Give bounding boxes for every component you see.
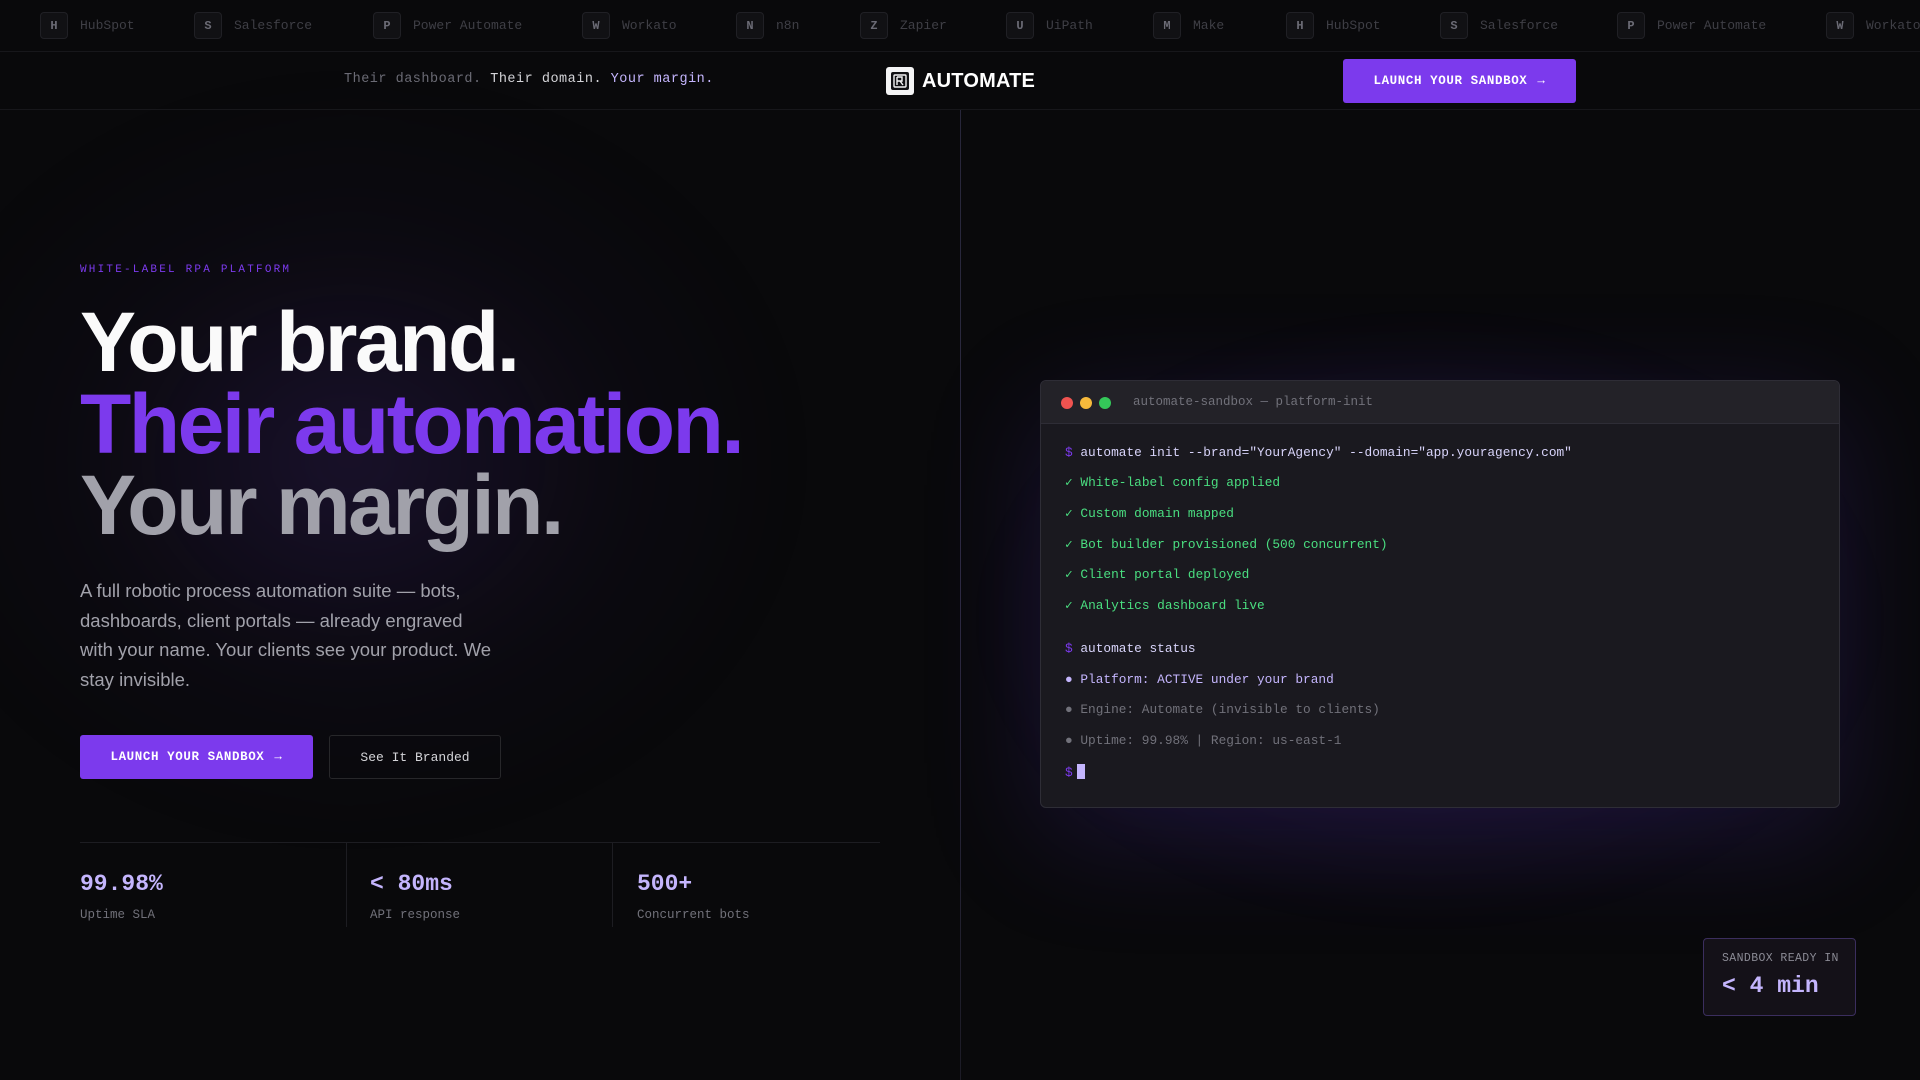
hero-description: A full robotic process automation suite … <box>80 580 491 690</box>
ticker-letter-icon: P <box>1617 12 1645 39</box>
logo-icon <box>886 67 914 95</box>
stat-value: 500+ <box>637 871 693 897</box>
vertical-divider <box>960 110 961 1080</box>
maximize-dot-icon <box>1099 397 1111 409</box>
ticker-item: H HubSpot <box>1286 12 1381 39</box>
ticker-item: P Power Automate <box>1617 12 1766 39</box>
terminal-success-line: ✓ White-label config applied <box>1065 475 1281 490</box>
stat-divider <box>612 843 613 927</box>
stats-row: 99.98% Uptime SLA < 80ms API response 50… <box>80 842 880 927</box>
terminal-window: automate-sandbox — platform-init $ autom… <box>1040 380 1840 808</box>
ticker-letter-icon: N <box>736 12 764 39</box>
prompt-symbol: $ <box>1065 445 1073 460</box>
ticker-item: Z Zapier <box>860 12 947 39</box>
ticker-letter-icon: P <box>373 12 401 39</box>
command-text: automate init --brand="YourAgency" --dom… <box>1080 445 1572 460</box>
stat-label: API response <box>370 908 461 922</box>
ticker-name: HubSpot <box>1326 18 1381 33</box>
logo[interactable]: AUTOMATE <box>886 67 1035 95</box>
terminal-status-line: ● Platform: ACTIVE under your brand <box>1065 672 1334 687</box>
cursor-icon <box>1076 764 1085 779</box>
tagline-part-2: Their domain. <box>490 72 603 87</box>
stat-divider <box>346 843 347 927</box>
hero-eyebrow: WHITE-LABEL RPA PLATFORM <box>80 264 292 276</box>
ticker-item: W Workato <box>582 12 677 39</box>
stat-label: Concurrent bots <box>637 908 750 922</box>
terminal-command-line: $ automate status <box>1065 641 1196 656</box>
ticker-letter-icon: Z <box>860 12 888 39</box>
ticker-name: UiPath <box>1046 18 1093 33</box>
ticker-item: Nn8n <box>736 12 799 39</box>
terminal-success-line: ✓ Bot builder provisioned (500 concurren… <box>1065 537 1388 552</box>
terminal-status-line: ● Engine: Automate (invisible to clients… <box>1065 702 1380 717</box>
ticker-name: Make <box>1193 18 1225 33</box>
integrations-ticker: H HubSpot S Salesforce P Power Automate W Wo… <box>0 0 1920 52</box>
header-tagline: Their dashboard. Their domain. Your marg… <box>344 72 714 87</box>
terminal-title-bar: automate-sandbox — platform-init <box>1041 381 1839 424</box>
hero-cta-label: LAUNCH YOUR SANDBOX <box>110 750 265 764</box>
tagline-part-3: Your margin. <box>610 72 714 87</box>
hero-launch-sandbox-button[interactable]: LAUNCH YOUR SANDBOX → <box>80 735 313 779</box>
ticker-letter-icon: U <box>1006 12 1034 39</box>
sandbox-ready-badge: SANDBOX READY IN < 4 min <box>1703 938 1856 1016</box>
site-header: Their dashboard. Their domain. Your marg… <box>0 52 1920 110</box>
ticker-letter-icon: S <box>194 12 222 39</box>
ticker-name: Salesforce <box>1480 18 1559 33</box>
prompt-symbol: $ <box>1065 765 1073 780</box>
ticker-letter-icon: S <box>1440 12 1468 39</box>
terminal-status-line: ● Uptime: 99.98% | Region: us-east-1 <box>1065 733 1342 748</box>
ticker-name: Power Automate <box>1657 18 1767 33</box>
ticker-name: Workato <box>1866 18 1920 33</box>
ticker-item: S Salesforce <box>1440 12 1558 39</box>
sandbox-ready-label: SANDBOX READY IN <box>1722 952 1839 965</box>
terminal-command-line: $ automate init --brand="YourAgency" --d… <box>1065 445 1572 460</box>
headline-line-3: Your margin. <box>80 458 564 552</box>
ticker-name: Zapier <box>900 18 947 33</box>
headline-line-2: Their automation. <box>80 377 745 471</box>
header-launch-sandbox-button[interactable]: LAUNCH YOUR SANDBOX → <box>1343 59 1576 103</box>
header-cta-label: LAUNCH YOUR SANDBOX <box>1373 74 1528 88</box>
see-it-branded-button[interactable]: See It Branded <box>329 735 501 779</box>
terminal-input-line[interactable]: $ <box>1065 764 1085 780</box>
sandbox-ready-value: < 4 min <box>1722 973 1819 999</box>
terminal-success-line: ✓ Custom domain mapped <box>1065 506 1234 521</box>
ticker-item: H HubSpot <box>40 12 135 39</box>
ticker-item: U UiPath <box>1006 12 1093 39</box>
stat-value: 99.98% <box>80 871 163 897</box>
terminal-success-line: ✓ Analytics dashboard live <box>1065 598 1265 613</box>
logo-text: AUTOMATE <box>922 69 1036 92</box>
ticker-item: S Salesforce <box>194 12 312 39</box>
ticker-item: W Workato <box>1826 12 1920 39</box>
ticker-item: M Make <box>1153 12 1224 39</box>
arrow-right-icon: → <box>1537 74 1546 88</box>
ticker-item: P Power Automate <box>373 12 522 39</box>
ticker-name: Workato <box>622 18 677 33</box>
ticker-name: HubSpot <box>80 18 135 33</box>
ticker-name: n8n <box>776 18 800 33</box>
ticker-name: Salesforce <box>234 18 313 33</box>
ticker-letter-icon: H <box>1286 12 1314 39</box>
ticker-letter-icon: M <box>1153 12 1181 39</box>
ticker-letter-icon: W <box>1826 12 1854 39</box>
ticker-letter-icon: H <box>40 12 68 39</box>
ticker-letter-icon: W <box>582 12 610 39</box>
terminal-title: automate-sandbox — platform-init <box>1133 395 1374 409</box>
close-dot-icon <box>1061 397 1073 409</box>
arrow-right-icon: → <box>274 750 283 764</box>
prompt-symbol: $ <box>1065 641 1073 656</box>
terminal-success-line: ✓ Client portal deployed <box>1065 567 1250 582</box>
minimize-dot-icon <box>1080 397 1092 409</box>
ticker-name: Power Automate <box>413 18 523 33</box>
command-text: automate status <box>1080 641 1196 656</box>
stat-value: < 80ms <box>370 871 453 897</box>
stat-label: Uptime SLA <box>80 908 156 922</box>
headline-line-1: Your brand. <box>80 295 520 389</box>
tagline-part-1: Their dashboard. <box>344 72 482 87</box>
